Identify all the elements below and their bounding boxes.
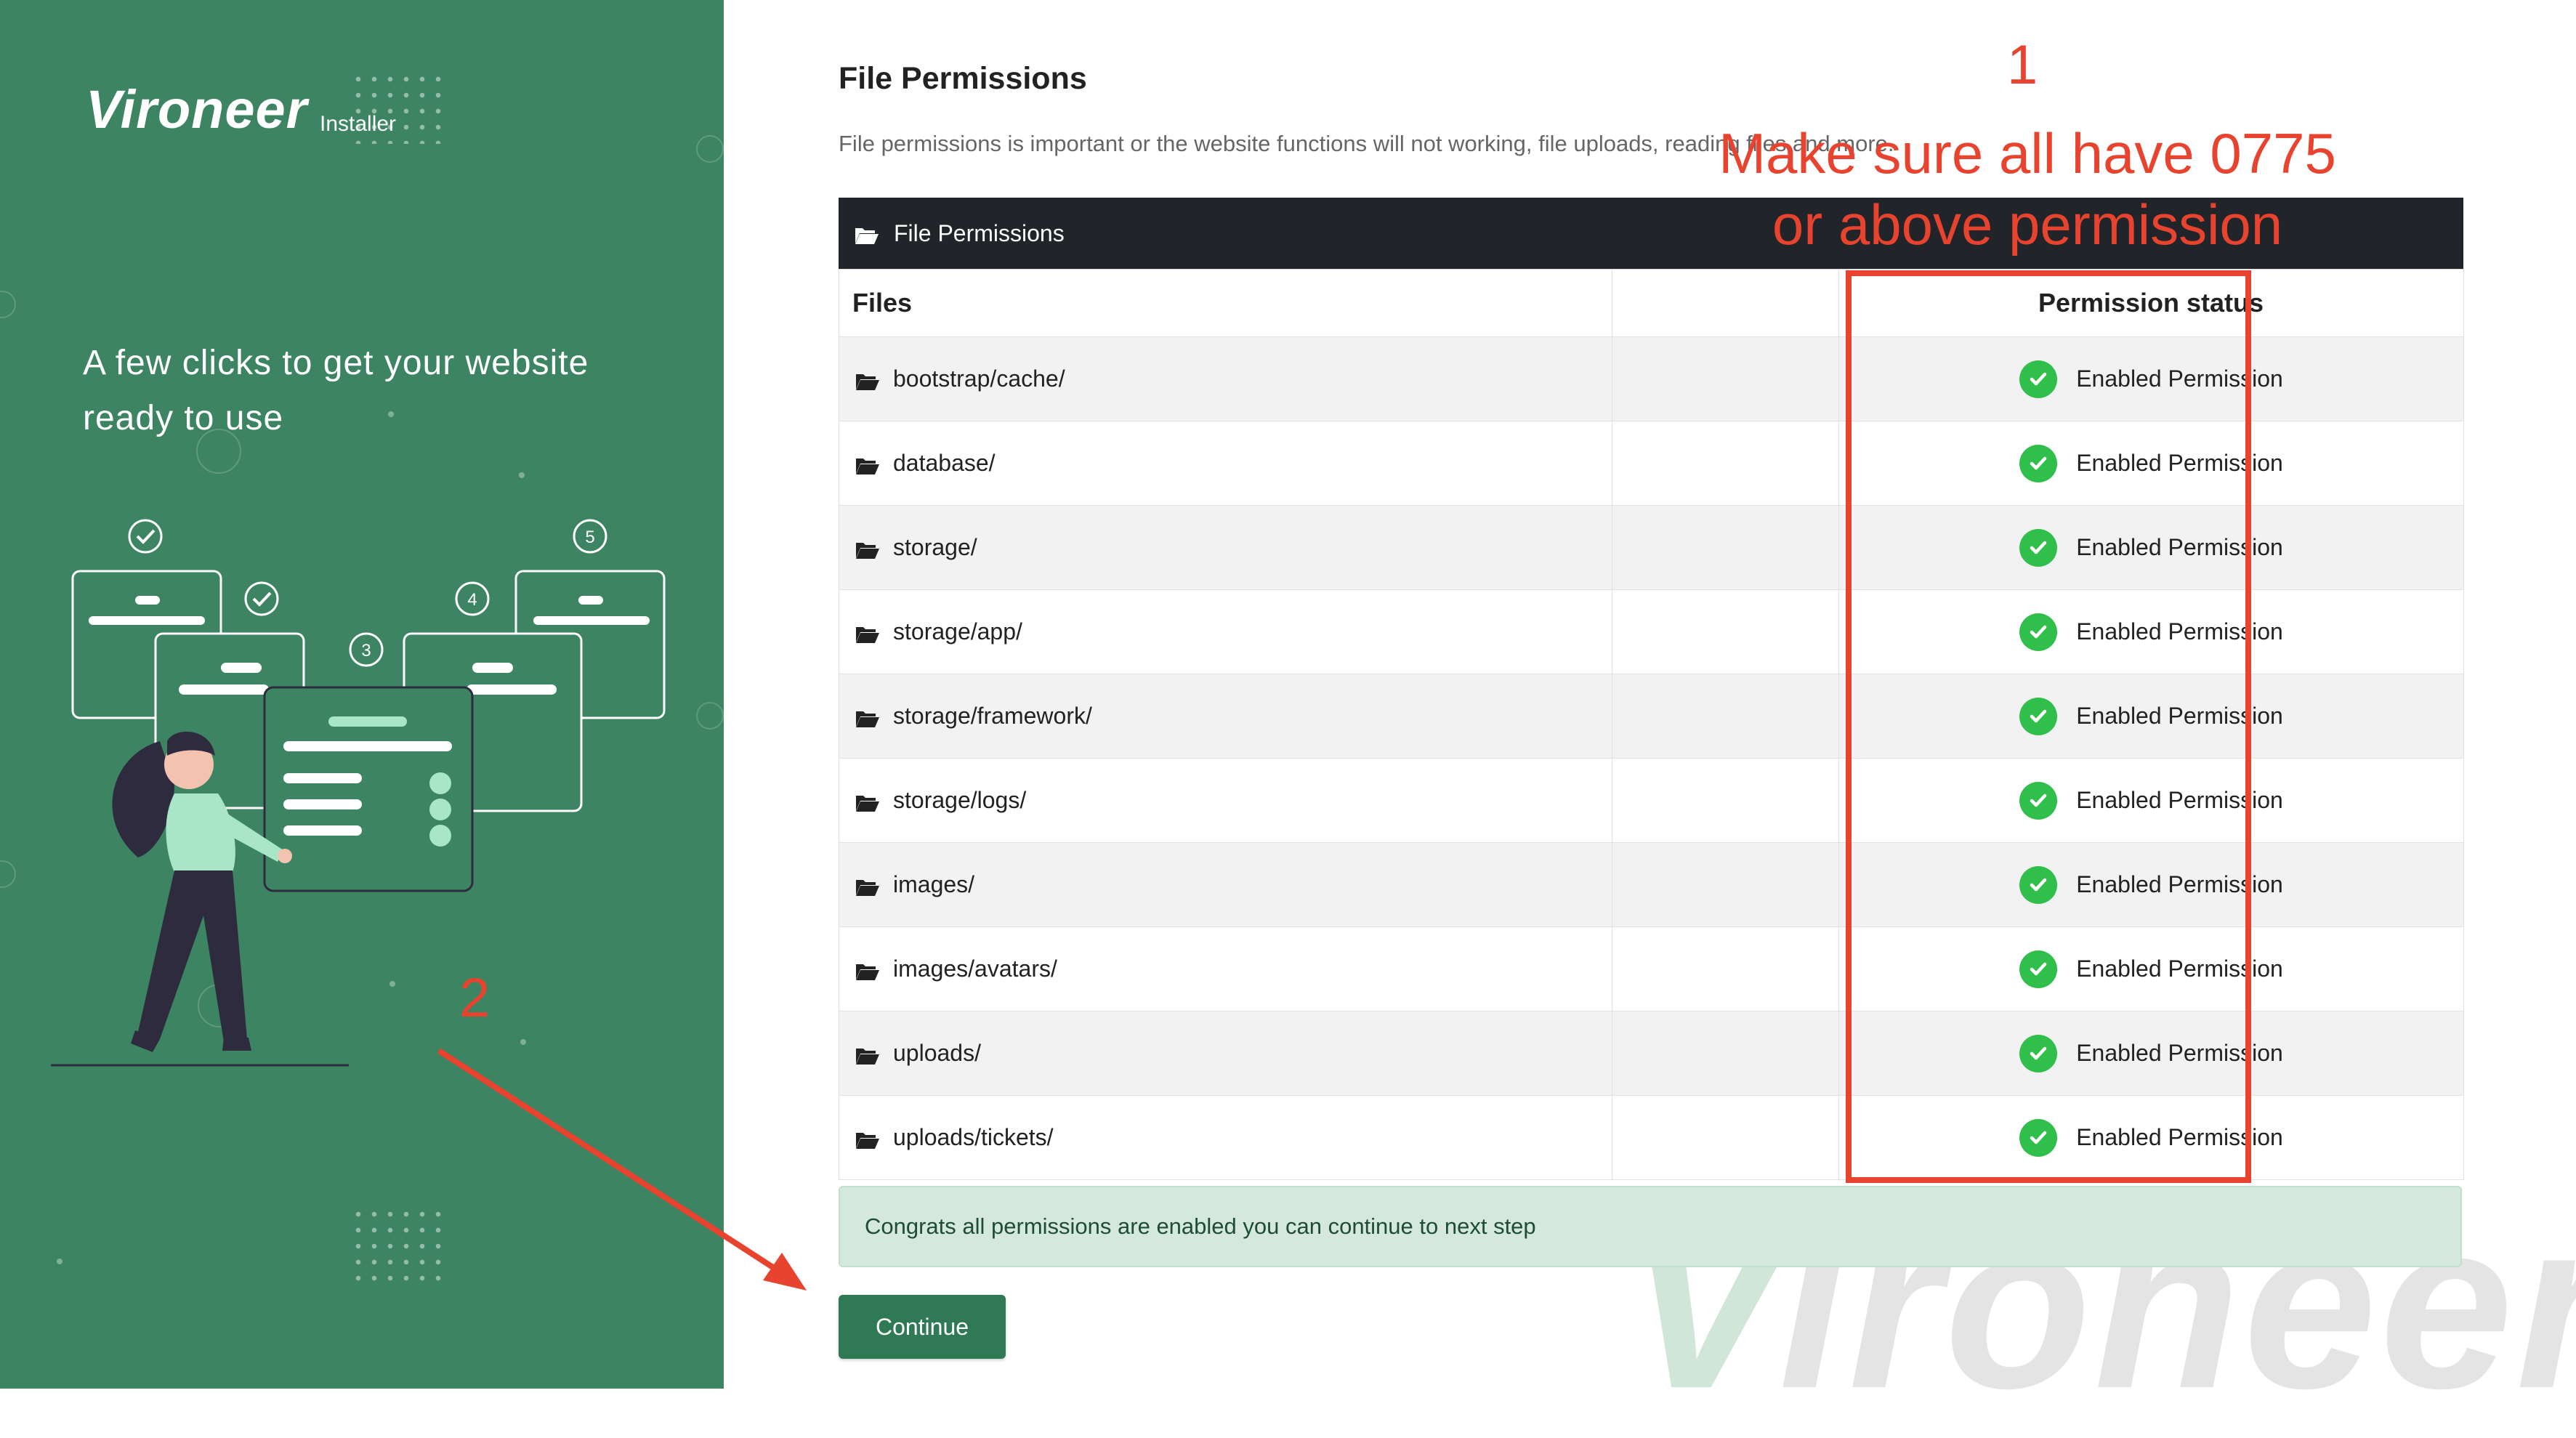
deco-ring — [696, 135, 724, 163]
step-number: 5 — [585, 528, 594, 547]
file-path: database/ — [893, 450, 996, 476]
sidebar-tagline: A few clicks to get your website ready t… — [83, 344, 589, 437]
file-cell: storage/app/ — [839, 589, 1612, 674]
folder-open-icon — [855, 1044, 880, 1065]
file-path: storage/app/ — [893, 618, 1022, 645]
folder-open-icon — [855, 960, 880, 980]
step-number: 3 — [361, 641, 371, 661]
file-cell: images/ — [839, 842, 1612, 927]
spacer-cell — [1612, 505, 1839, 590]
spacer-cell — [1612, 926, 1839, 1011]
file-path: storage/framework/ — [893, 703, 1092, 729]
dot-pattern-bottom — [350, 1206, 446, 1286]
deco-dot — [57, 1259, 62, 1264]
column-header-files: Files — [839, 269, 1612, 337]
annotation-note: Make sure all have 0775 or above permiss… — [1700, 118, 2354, 260]
brand-logo: Vironeer Installer — [86, 78, 396, 140]
step-check-icon — [244, 581, 279, 616]
spacer-cell — [1612, 336, 1839, 421]
file-path: images/avatars/ — [893, 956, 1057, 982]
file-cell: storage/ — [839, 505, 1612, 590]
folder-open-icon — [855, 623, 880, 643]
card-title: File Permissions — [894, 219, 1065, 246]
file-cell: storage/framework/ — [839, 674, 1612, 759]
folder-open-icon — [855, 876, 880, 896]
annotation-note-line1: Make sure all have 0775 — [1719, 121, 2336, 185]
folder-open-icon — [855, 707, 880, 727]
folder-open-icon — [855, 1128, 880, 1149]
sidebar: Vironeer Installer A few clicks to get y… — [0, 0, 724, 1389]
deco-ring — [0, 860, 16, 888]
file-cell: database/ — [839, 421, 1612, 506]
deco-ring — [696, 702, 724, 730]
file-path: bootstrap/cache/ — [893, 365, 1065, 392]
installer-illustration: 4 5 3 — [51, 519, 666, 1067]
file-path: uploads/tickets/ — [893, 1124, 1054, 1150]
spacer-cell — [1612, 1011, 1839, 1096]
file-path: storage/ — [893, 534, 977, 560]
spacer-cell — [1612, 1095, 1839, 1180]
column-header-spacer — [1612, 269, 1839, 337]
spacer-cell — [1612, 842, 1839, 927]
file-cell: uploads/ — [839, 1011, 1612, 1096]
file-cell: uploads/tickets/ — [839, 1095, 1612, 1180]
brand-name: Vironeer — [86, 79, 308, 140]
spacer-cell — [1612, 589, 1839, 674]
brand-subtitle: Installer — [320, 112, 397, 136]
file-cell: bootstrap/cache/ — [839, 336, 1612, 421]
deco-dot — [519, 472, 525, 478]
file-path: uploads/ — [893, 1040, 981, 1066]
file-cell: images/avatars/ — [839, 926, 1612, 1011]
folder-open-icon — [855, 454, 880, 474]
file-cell: storage/logs/ — [839, 758, 1612, 843]
annotation-note-line2: or above permission — [1772, 193, 2283, 257]
spacer-cell — [1612, 674, 1839, 759]
annotation-number-2: 2 — [459, 967, 490, 1029]
continue-button[interactable]: Continue — [839, 1295, 1006, 1359]
page-title: File Permissions — [839, 61, 1087, 96]
folder-open-icon — [855, 538, 880, 559]
folder-open-icon — [855, 791, 880, 812]
annotation-highlight-box — [1846, 270, 2251, 1183]
spacer-cell — [1612, 758, 1839, 843]
spacer-cell — [1612, 421, 1839, 506]
deco-ring — [0, 291, 16, 318]
annotation-number-1: 1 — [2007, 34, 2038, 96]
success-alert: Congrats all permissions are enabled you… — [839, 1186, 2462, 1267]
step-number: 4 — [467, 590, 477, 610]
file-path: storage/logs/ — [893, 787, 1027, 813]
step-check-icon — [128, 519, 163, 554]
folder-open-icon — [855, 224, 879, 244]
file-path: images/ — [893, 871, 975, 897]
folder-open-icon — [855, 370, 880, 390]
